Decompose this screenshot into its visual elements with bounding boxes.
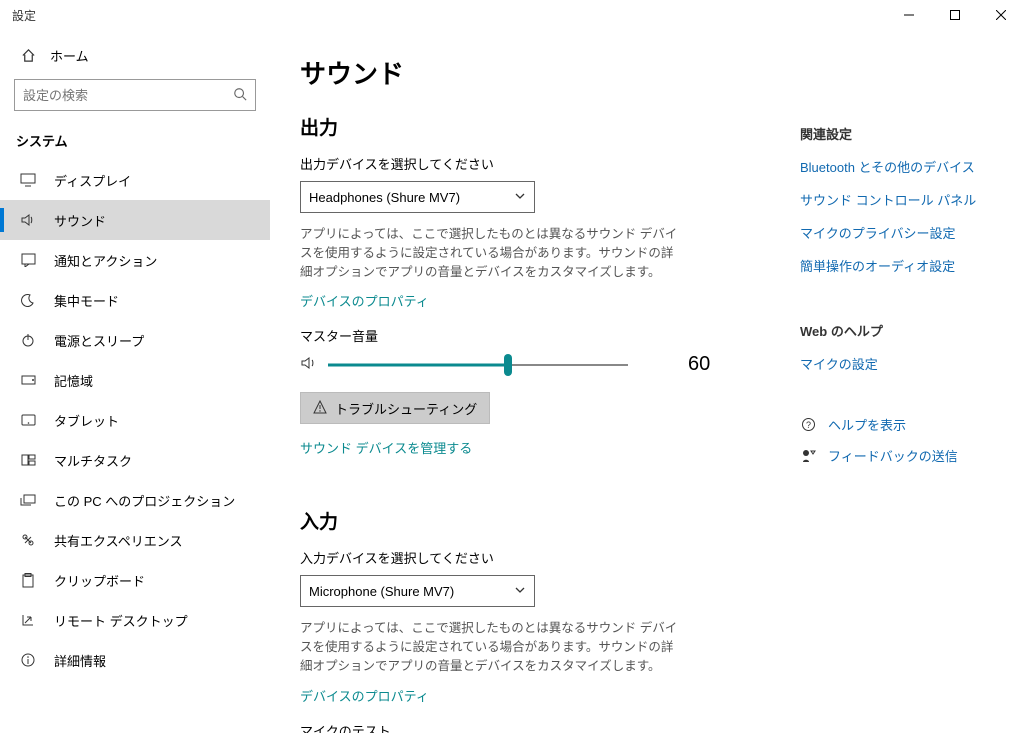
maximize-button[interactable] (932, 0, 978, 30)
output-heading: 出力 (300, 113, 780, 140)
close-button[interactable] (978, 0, 1024, 30)
sidebar-item-power[interactable]: 電源とスリープ (0, 320, 270, 360)
related-link-bluetooth[interactable]: Bluetooth とその他のデバイス (800, 157, 1000, 176)
main-content: サウンド 出力 出力デバイスを選択してください Headphones (Shur… (300, 54, 780, 733)
sidebar-item-display[interactable]: ディスプレイ (0, 160, 270, 200)
related-settings-heading: 関連設定 (800, 124, 1000, 143)
chevron-down-icon (514, 190, 526, 205)
master-volume-label: マスター音量 (300, 326, 780, 345)
sidebar-item-label: 通知とアクション (54, 251, 157, 270)
sidebar-item-projecting[interactable]: この PC へのプロジェクション (0, 480, 270, 520)
minimize-button[interactable] (886, 0, 932, 30)
button-label: トラブルシューティング (335, 399, 477, 418)
home-label: ホーム (50, 46, 89, 65)
speaker-icon (300, 355, 318, 374)
clipboard-icon (20, 573, 36, 588)
sidebar-item-label: 集中モード (54, 291, 119, 310)
manage-output-devices-link[interactable]: サウンド デバイスを管理する (300, 438, 472, 457)
input-device-value: Microphone (Shure MV7) (309, 584, 454, 599)
output-device-select[interactable]: Headphones (Shure MV7) (300, 181, 535, 213)
shared-icon (20, 533, 36, 547)
sidebar-item-label: この PC へのプロジェクション (54, 491, 235, 510)
sound-icon (20, 213, 36, 227)
search-icon (233, 87, 247, 104)
multitask-icon (20, 454, 36, 466)
output-device-properties-link[interactable]: デバイスのプロパティ (300, 291, 429, 310)
power-icon (20, 333, 36, 347)
sidebar-item-label: 共有エクスペリエンス (54, 531, 182, 550)
tablet-icon (20, 414, 36, 426)
sidebar-item-focus[interactable]: 集中モード (0, 280, 270, 320)
search-input[interactable] (23, 88, 233, 103)
sidebar-item-remote[interactable]: リモート デスクトップ (0, 600, 270, 640)
help-label: ヘルプを表示 (828, 415, 906, 434)
sidebar-item-label: ディスプレイ (54, 171, 131, 190)
sidebar-item-label: タブレット (54, 411, 119, 430)
related-link-mic-privacy[interactable]: マイクのプライバシー設定 (800, 223, 1000, 242)
sidebar-item-label: クリップボード (54, 571, 145, 590)
display-icon (20, 173, 36, 187)
chevron-down-icon (514, 584, 526, 599)
help-icon: ? (800, 417, 816, 432)
sidebar-category: システム (0, 125, 270, 160)
input-heading: 入力 (300, 507, 780, 534)
notification-icon (20, 253, 36, 267)
sidebar-item-label: サウンド (54, 211, 106, 230)
output-select-label: 出力デバイスを選択してください (300, 154, 780, 173)
sidebar: ホーム システム ディスプレイ サウンド 通知とアクション (0, 30, 270, 733)
output-troubleshoot-button[interactable]: トラブルシューティング (300, 392, 490, 424)
volume-slider[interactable] (328, 355, 628, 375)
related-link-ease-audio[interactable]: 簡単操作のオーディオ設定 (800, 256, 1000, 275)
info-icon (20, 653, 36, 667)
sidebar-item-label: 電源とスリープ (54, 331, 144, 350)
input-desc: アプリによっては、ここで選択したものとは異なるサウンド デバイスを使用するように… (300, 619, 680, 675)
titlebar: 設定 (0, 0, 1024, 30)
sidebar-item-tablet[interactable]: タブレット (0, 400, 270, 440)
input-device-select[interactable]: Microphone (Shure MV7) (300, 575, 535, 607)
focus-icon (20, 293, 36, 307)
get-help-link[interactable]: ? ヘルプを表示 (800, 415, 1000, 434)
page-title: サウンド (300, 54, 780, 91)
sidebar-item-label: リモート デスクトップ (54, 611, 188, 630)
storage-icon (20, 375, 36, 385)
home-icon (20, 48, 36, 63)
sidebar-item-about[interactable]: 詳細情報 (0, 640, 270, 680)
sidebar-item-label: 詳細情報 (54, 651, 106, 670)
input-device-properties-link[interactable]: デバイスのプロパティ (300, 686, 429, 705)
mic-test-label: マイクのテスト (300, 721, 780, 733)
web-help-heading: Web のヘルプ (800, 321, 1000, 340)
sidebar-item-shared[interactable]: 共有エクスペリエンス (0, 520, 270, 560)
web-help-mic-setup[interactable]: マイクの設定 (800, 354, 1000, 373)
sidebar-item-storage[interactable]: 記憶域 (0, 360, 270, 400)
right-panel: 関連設定 Bluetooth とその他のデバイス サウンド コントロール パネル… (800, 54, 1000, 733)
volume-value: 60 (688, 353, 710, 376)
output-device-value: Headphones (Shure MV7) (309, 190, 460, 205)
projection-icon (20, 494, 36, 506)
feedback-label: フィードバックの送信 (828, 446, 958, 465)
sidebar-item-label: 記憶域 (54, 371, 93, 390)
sidebar-item-notifications[interactable]: 通知とアクション (0, 240, 270, 280)
warning-icon (313, 400, 327, 417)
svg-text:?: ? (805, 420, 810, 430)
feedback-icon (800, 448, 816, 463)
window-title: 設定 (12, 7, 36, 24)
output-desc: アプリによっては、ここで選択したものとは異なるサウンド デバイスを使用するように… (300, 225, 680, 281)
search-box[interactable] (14, 79, 256, 111)
input-select-label: 入力デバイスを選択してください (300, 548, 780, 567)
give-feedback-link[interactable]: フィードバックの送信 (800, 446, 1000, 465)
home-link[interactable]: ホーム (0, 38, 270, 79)
remote-icon (20, 613, 36, 627)
sidebar-item-clipboard[interactable]: クリップボード (0, 560, 270, 600)
sidebar-item-label: マルチタスク (54, 451, 132, 470)
related-link-sound-control[interactable]: サウンド コントロール パネル (800, 190, 1000, 209)
sidebar-item-sound[interactable]: サウンド (0, 200, 270, 240)
sidebar-item-multitask[interactable]: マルチタスク (0, 440, 270, 480)
